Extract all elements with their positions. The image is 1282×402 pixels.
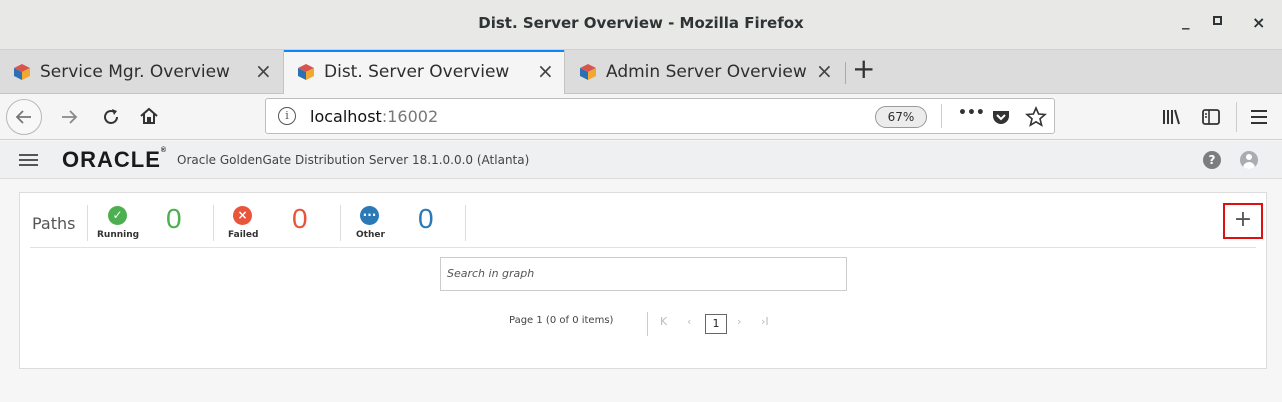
last-page-button[interactable]: ›I [761, 315, 769, 328]
tab-bar: Service Mgr. Overview × Dist. Server Ove… [0, 50, 1282, 94]
paths-panel: Paths ✓ Running 0 × Failed 0 ··· Other 0… [19, 192, 1267, 369]
tab-label: Admin Server Overview [606, 62, 807, 82]
prev-page-button[interactable]: ‹ [687, 315, 691, 328]
divider [340, 205, 341, 241]
close-tab-icon[interactable]: × [816, 59, 833, 83]
back-button[interactable] [6, 99, 42, 135]
reload-icon[interactable] [100, 106, 122, 128]
running-label: Running [97, 230, 140, 240]
goldengate-favicon-icon [298, 64, 314, 80]
tab-separator [845, 62, 846, 84]
url-separator [941, 104, 942, 128]
back-arrow-icon [15, 110, 31, 124]
close-tab-icon[interactable]: × [537, 59, 554, 83]
new-tab-button[interactable]: + [852, 55, 875, 83]
window-titlebar: Dist. Server Overview - Mozilla Firefox … [0, 0, 1282, 50]
add-path-button[interactable]: + [1223, 203, 1263, 239]
navigation-toolbar: i localhost:16002 67% ••• [0, 94, 1282, 140]
library-icon[interactable] [1160, 106, 1182, 128]
paths-label: Paths [32, 214, 76, 233]
other-count[interactable]: 0 [418, 203, 434, 235]
minimize-button[interactable]: _ [1182, 12, 1190, 30]
url-port: :16002 [381, 107, 439, 126]
oracle-logo: ORACLE® [62, 147, 168, 172]
divider [30, 247, 1256, 248]
divider [647, 312, 648, 336]
graph-search-input[interactable]: Search in graph [440, 257, 847, 291]
bookmark-star-icon[interactable] [1025, 106, 1047, 128]
failed-count[interactable]: 0 [292, 203, 308, 235]
running-count[interactable]: 0 [166, 203, 182, 235]
site-info-icon[interactable]: i [278, 107, 296, 125]
user-avatar-icon[interactable] [1240, 151, 1258, 169]
help-icon[interactable]: ? [1203, 151, 1221, 169]
divider [213, 205, 214, 241]
home-icon[interactable] [138, 105, 160, 127]
current-page[interactable]: 1 [705, 314, 727, 334]
first-page-button[interactable]: K [660, 315, 667, 328]
running-check-icon: ✓ [108, 206, 127, 225]
address-bar[interactable]: i localhost:16002 67% ••• [265, 98, 1055, 134]
goldengate-favicon-icon [14, 64, 30, 80]
tab-admin-server[interactable]: Admin Server Overview × [566, 50, 846, 94]
paths-stats: Paths ✓ Running 0 × Failed 0 ··· Other 0… [20, 193, 1268, 248]
hamburger-menu-icon[interactable] [19, 154, 38, 166]
zoom-indicator[interactable]: 67% [875, 106, 927, 128]
url-host: localhost [310, 107, 382, 126]
forward-arrow-icon[interactable] [58, 106, 80, 128]
app-header: ORACLE® Oracle GoldenGate Distribution S… [0, 141, 1282, 179]
url-text[interactable]: localhost:16002 [310, 107, 438, 126]
pager-summary: Page 1 (0 of 0 items) [509, 315, 614, 326]
tab-dist-server[interactable]: Dist. Server Overview × [283, 50, 565, 94]
next-page-button[interactable]: › [737, 315, 741, 328]
tab-label: Dist. Server Overview [324, 62, 510, 82]
pocket-icon[interactable] [991, 107, 1011, 127]
other-label: Other [356, 230, 385, 240]
other-dots-icon: ··· [360, 206, 379, 225]
oracle-logo-text: ORACLE [62, 147, 161, 172]
divider [87, 205, 88, 241]
close-window-button[interactable]: × [1252, 13, 1265, 32]
failed-label: Failed [228, 230, 259, 240]
tab-service-mgr[interactable]: Service Mgr. Overview × [0, 50, 283, 94]
toolbar-separator [1236, 102, 1237, 132]
divider [465, 205, 466, 241]
failed-x-icon: × [233, 206, 252, 225]
goldengate-favicon-icon [580, 64, 596, 80]
page-actions-button[interactable]: ••• [958, 105, 985, 121]
menu-icon[interactable] [1248, 106, 1270, 128]
maximize-button[interactable] [1213, 16, 1222, 25]
window-title: Dist. Server Overview - Mozilla Firefox [478, 14, 804, 32]
product-title: Oracle GoldenGate Distribution Server 18… [177, 153, 530, 167]
tab-label: Service Mgr. Overview [40, 62, 230, 82]
sidebar-icon[interactable] [1200, 106, 1222, 128]
close-tab-icon[interactable]: × [255, 59, 272, 83]
